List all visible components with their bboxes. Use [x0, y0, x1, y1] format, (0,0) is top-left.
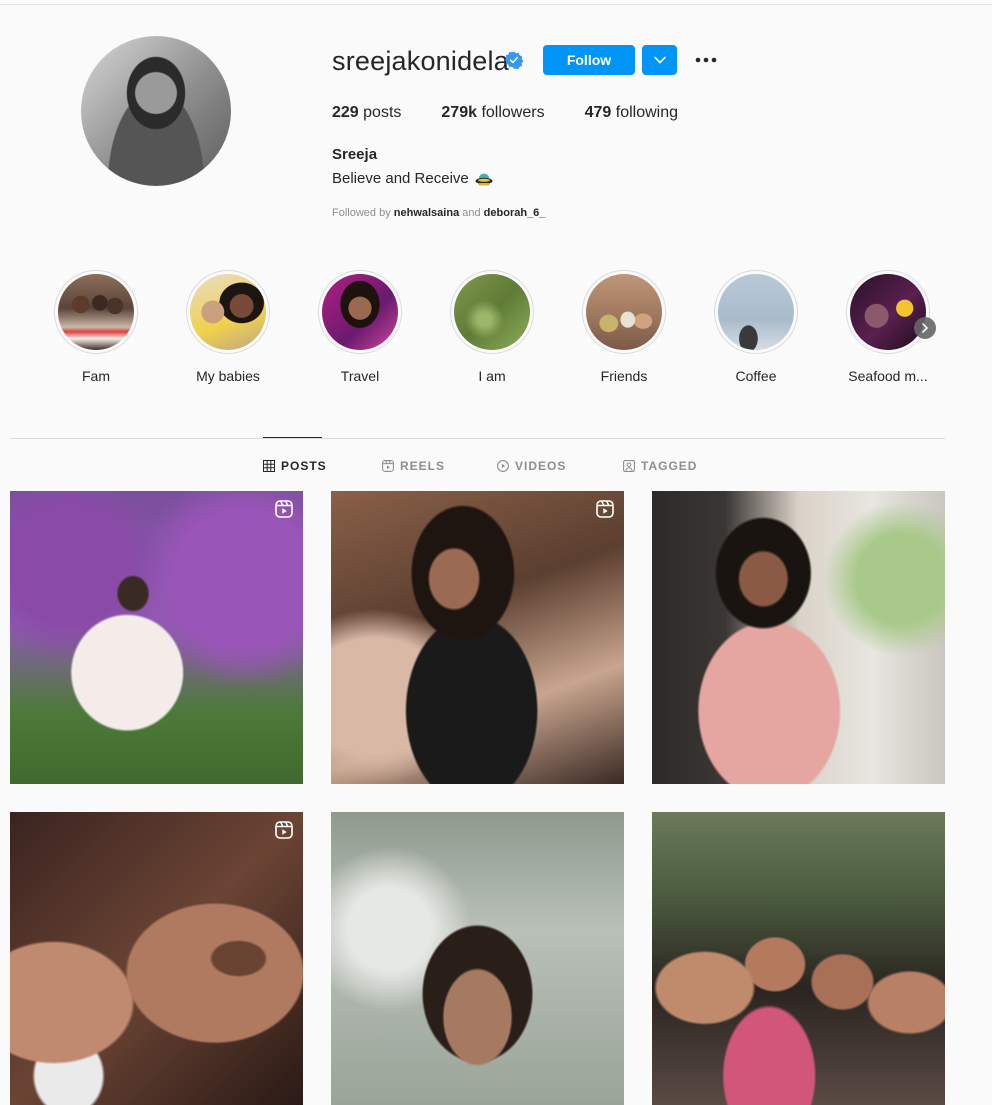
tab-posts[interactable]: POSTS	[263, 458, 327, 474]
tab-label: POSTS	[281, 459, 327, 473]
ufo-emoji-icon	[475, 173, 493, 185]
post-thumbnail[interactable]	[10, 491, 303, 784]
profile-username: sreejakonidela	[332, 46, 509, 76]
chevron-down-icon	[653, 56, 666, 64]
followed-by-and: and	[462, 207, 481, 219]
highlight-label: Seafood m...	[848, 368, 928, 384]
highlight-ring	[318, 270, 402, 354]
followed-by-prefix: Followed by	[332, 207, 391, 219]
followers-label: followers	[481, 104, 545, 121]
highlights-next-button[interactable]	[914, 317, 936, 339]
highlight-label: My babies	[196, 368, 260, 384]
highlight-fam[interactable]: Fam	[41, 270, 151, 384]
highlight-label: Fam	[82, 368, 110, 384]
profile-full-name: Sreeja	[332, 146, 378, 163]
highlight-label: Travel	[340, 368, 380, 384]
following-label: following	[615, 104, 679, 121]
posts-stat: 229 posts	[332, 104, 401, 122]
followers-stat[interactable]: 279k followers	[441, 104, 544, 122]
chevron-right-icon	[922, 323, 929, 333]
profile-stats: 229 posts 279k followers 479 following	[332, 104, 718, 122]
highlight-ring	[846, 270, 930, 354]
highlight-ring	[186, 270, 270, 354]
ellipsis-icon	[695, 57, 717, 63]
followed-by-user-link[interactable]: nehwalsaina	[394, 207, 459, 219]
highlight-cover-image	[190, 274, 266, 350]
highlight-label: Coffee	[735, 368, 777, 384]
post-thumbnail[interactable]	[331, 812, 624, 1105]
highlight-cover-image	[718, 274, 794, 350]
verified-badge-icon	[505, 51, 523, 69]
highlight-cover-image	[322, 274, 398, 350]
highlight-ring	[54, 270, 138, 354]
highlight-ring	[450, 270, 534, 354]
profile-bio: Believe and Receive	[332, 170, 493, 187]
post-thumbnail[interactable]	[331, 491, 624, 784]
following-count: 479	[584, 104, 612, 121]
highlight-cover-image	[850, 274, 926, 350]
highlight-cover-image	[58, 274, 134, 350]
highlight-label: I am	[478, 368, 506, 384]
highlight-my-babies[interactable]: My babies	[173, 270, 283, 384]
highlight-i-am[interactable]: I am	[437, 270, 547, 384]
active-tab-indicator	[263, 437, 322, 438]
tab-label: REELS	[400, 459, 446, 473]
highlight-label: Friends	[600, 368, 648, 384]
highlight-travel[interactable]: Travel	[305, 270, 415, 384]
tab-reels[interactable]: REELS	[382, 458, 445, 474]
tab-videos[interactable]: VIDEOS	[497, 458, 566, 474]
grid-icon	[263, 460, 275, 472]
reel-badge-icon	[275, 500, 293, 518]
tabs-divider	[10, 438, 945, 439]
tab-label: TAGGED	[641, 459, 698, 473]
post-thumbnail[interactable]	[10, 812, 303, 1105]
reels-icon	[382, 460, 394, 472]
highlight-coffee[interactable]: Coffee	[701, 270, 811, 384]
reel-badge-icon	[596, 500, 614, 518]
profile-avatar[interactable]	[81, 36, 231, 186]
post-thumbnail[interactable]	[652, 491, 945, 784]
highlight-friends[interactable]: Friends	[569, 270, 679, 384]
play-icon	[497, 460, 509, 472]
highlight-cover-image	[454, 274, 530, 350]
follow-button[interactable]: Follow	[543, 45, 635, 75]
reel-badge-icon	[275, 821, 293, 839]
top-divider	[0, 4, 992, 5]
followed-by-text: Followed by nehwalsaina and deborah_6_	[332, 207, 545, 219]
highlight-cover-image	[586, 274, 662, 350]
more-options-button[interactable]	[694, 52, 718, 68]
followed-by-user-link[interactable]: deborah_6_	[484, 207, 546, 219]
highlight-ring	[582, 270, 666, 354]
tag-icon	[623, 460, 635, 472]
highlight-ring	[714, 270, 798, 354]
bio-text: Believe and Receive	[332, 170, 469, 187]
followers-count: 279k	[441, 104, 477, 121]
tab-label: VIDEOS	[515, 459, 567, 473]
posts-count: 229	[332, 104, 359, 121]
tab-tagged[interactable]: TAGGED	[623, 458, 697, 474]
following-stat[interactable]: 479 following	[585, 104, 678, 122]
suggested-dropdown-button[interactable]	[642, 45, 677, 75]
posts-label: posts	[363, 104, 402, 121]
post-thumbnail[interactable]	[652, 812, 945, 1105]
